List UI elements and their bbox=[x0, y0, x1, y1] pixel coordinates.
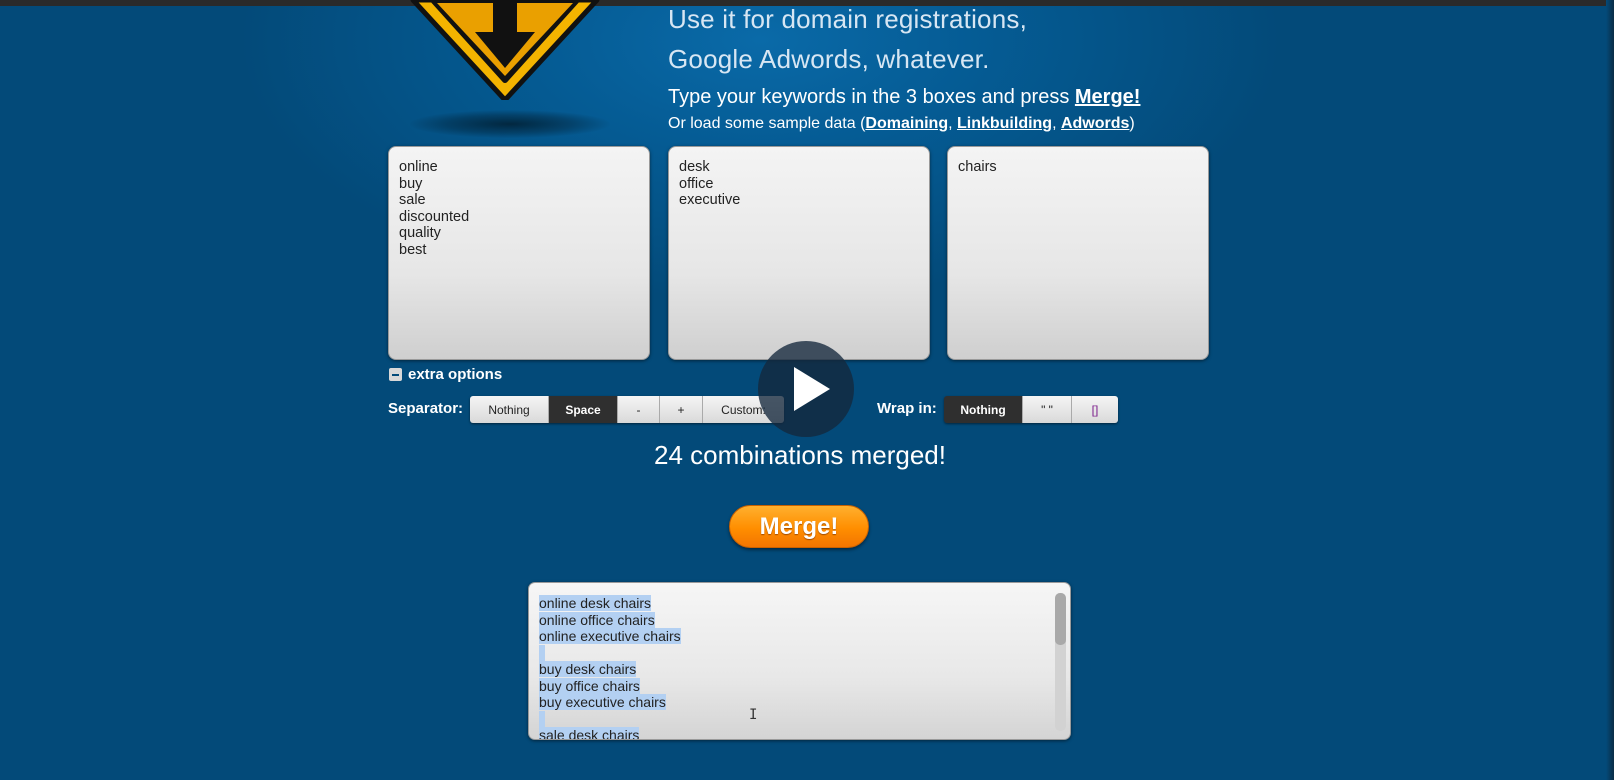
sample-domaining-link[interactable]: Domaining bbox=[865, 115, 948, 132]
samples-separator: , bbox=[948, 115, 957, 132]
output-line-text: sale desk chairs bbox=[539, 727, 640, 739]
instructions-text: Type your keywords in the 3 boxes and pr… bbox=[668, 86, 1075, 108]
separator-button-group: Nothing Space - + Custom: bbox=[470, 396, 784, 423]
logo-shadow bbox=[410, 110, 610, 138]
wrap-label: Wrap in: bbox=[877, 400, 937, 417]
keyword-line: executive bbox=[679, 192, 741, 208]
output-line bbox=[539, 644, 681, 662]
keyword-line: office bbox=[679, 175, 714, 192]
keyword-line: best bbox=[399, 241, 427, 258]
output-line-text: online office chairs bbox=[539, 611, 655, 628]
right-edge-shade bbox=[1606, 0, 1614, 780]
output-line-text bbox=[539, 644, 545, 661]
separator-space-button[interactable]: Space bbox=[549, 396, 618, 423]
output-line-text: online executive chairs bbox=[539, 628, 681, 644]
separator-dash-button[interactable]: - bbox=[618, 396, 660, 423]
keyword-line: buy bbox=[399, 175, 423, 192]
output-line-text bbox=[539, 710, 545, 727]
merge-button[interactable]: Merge! bbox=[729, 505, 869, 548]
output-line-text: buy office chairs bbox=[539, 677, 640, 694]
wrap-quotes-button[interactable]: " " bbox=[1023, 396, 1072, 423]
keyword-line: sale bbox=[399, 192, 426, 208]
wrap-button-group: Nothing " " [] bbox=[944, 396, 1118, 423]
output-line-text: buy desk chairs bbox=[539, 661, 637, 677]
play-icon bbox=[794, 367, 830, 411]
output-line: sale desk chairs bbox=[539, 727, 681, 739]
keyword-box-1[interactable]: online buy sale discounted quality best bbox=[388, 146, 650, 360]
keyword-line: chairs bbox=[958, 159, 997, 175]
extra-options-toggle[interactable]: extra options bbox=[389, 366, 502, 383]
instructions: Type your keywords in the 3 boxes and pr… bbox=[668, 86, 1140, 109]
output-lines: online desk chairs online office chairs … bbox=[539, 595, 681, 739]
samples-prefix: Or load some sample data ( bbox=[668, 115, 866, 132]
output-scrollbar-thumb[interactable] bbox=[1055, 593, 1066, 645]
keyword-box-2[interactable]: desk office executive bbox=[668, 146, 930, 360]
output-textarea[interactable]: online desk chairs online office chairs … bbox=[528, 582, 1071, 740]
output-line-text: online desk chairs bbox=[539, 595, 652, 611]
warning-sign-logo-icon bbox=[410, 0, 600, 100]
keyword-line: quality bbox=[399, 225, 441, 241]
output-line: buy desk chairs bbox=[539, 661, 681, 678]
samples-separator: , bbox=[1052, 115, 1061, 132]
sample-data-line: Or load some sample data (Domaining, Lin… bbox=[668, 115, 1135, 133]
output-line: online desk chairs bbox=[539, 595, 681, 612]
sample-adwords-link[interactable]: Adwords bbox=[1061, 115, 1129, 132]
separator-nothing-button[interactable]: Nothing bbox=[470, 396, 549, 423]
output-line: online office chairs bbox=[539, 611, 681, 629]
play-button[interactable] bbox=[758, 341, 854, 437]
keyword-line: desk bbox=[679, 159, 710, 175]
samples-suffix: ) bbox=[1129, 115, 1135, 132]
wrap-brackets-button[interactable]: [] bbox=[1072, 396, 1118, 423]
separator-plus-button[interactable]: + bbox=[660, 396, 703, 423]
separator-label: Separator: bbox=[388, 400, 464, 417]
output-line bbox=[539, 710, 681, 728]
text-cursor-icon: I bbox=[749, 707, 758, 723]
extra-options-label: extra options bbox=[408, 366, 503, 383]
output-line: buy executive chairs bbox=[539, 694, 681, 711]
output-line: buy office chairs bbox=[539, 677, 681, 695]
minus-icon bbox=[389, 368, 402, 381]
output-line-text: buy executive chairs bbox=[539, 694, 666, 710]
combinations-count: 24 combinations merged! bbox=[654, 440, 946, 470]
output-line: online executive chairs bbox=[539, 628, 681, 645]
merge-link[interactable]: Merge! bbox=[1075, 86, 1141, 108]
keyword-line: discounted bbox=[399, 208, 470, 225]
wrap-nothing-button[interactable]: Nothing bbox=[944, 396, 1023, 423]
keyword-box-3[interactable]: chairs bbox=[947, 146, 1209, 360]
headline-line-2: Google Adwords, whatever. bbox=[668, 44, 990, 74]
headline-line-1: Use it for domain registrations, bbox=[668, 4, 1027, 34]
keyword-line: online bbox=[399, 159, 438, 175]
sample-linkbuilding-link[interactable]: Linkbuilding bbox=[957, 115, 1052, 132]
